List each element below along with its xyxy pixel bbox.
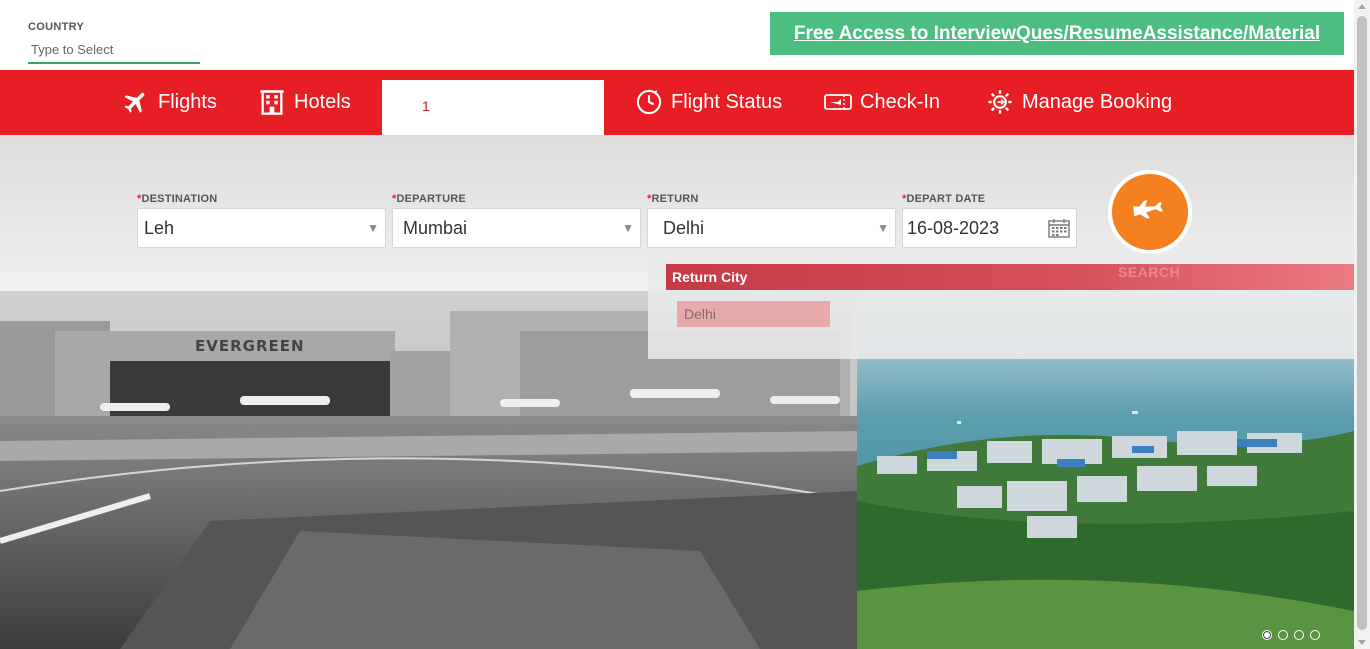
airplane-icon [124,92,145,113]
country-selector: COUNTRY [28,21,200,64]
nav-hotels[interactable]: Hotels [258,88,351,116]
main-nav: Flights Hotels 1 Flight Status Check-In … [0,70,1354,135]
carousel-dot[interactable] [1294,630,1304,640]
promo-banner: Free Access to InterviewQues/ResumeAssis… [770,12,1344,55]
destination-field: *DESTINATION Leh ▼ [137,193,386,248]
return-label: RETURN [651,193,699,205]
clock-plane-icon [636,89,662,115]
nav-flight-status-label: Flight Status [671,90,783,113]
destination-label: DESTINATION [141,193,218,205]
carousel-dot[interactable] [1310,630,1320,640]
ticket-plane-icon [824,94,852,110]
depart-date-field: *DEPART DATE 16-08-2023 [902,193,1077,248]
destination-value: Leh [144,217,175,238]
scroll-up-arrow-icon[interactable] [1358,4,1366,9]
search-label: SEARCH [1118,264,1181,280]
destination-select[interactable]: Leh ▼ [137,208,386,248]
hotel-building-icon [260,90,284,115]
country-label: COUNTRY [28,21,85,33]
page-scrollbar[interactable] [1354,0,1370,649]
airplane-icon [1133,200,1164,219]
return-city-dropdown: Return City Delhi [648,253,1354,359]
departure-field: *DEPARTURE Mumbai ▼ [392,193,641,248]
nav-flight-status[interactable]: Flight Status [635,88,782,116]
promo-link[interactable]: Free Access to InterviewQues/ResumeAssis… [794,23,1320,45]
scroll-down-arrow-icon[interactable] [1358,640,1366,645]
depart-date-label: DEPART DATE [906,193,986,205]
return-field: *RETURN Delhi ▼ [647,193,896,248]
nav-flights[interactable]: Flights [122,88,217,116]
carousel-dot[interactable] [1278,630,1288,640]
nav-active-tab-mark: 1 [422,98,430,114]
departure-label: DEPARTURE [396,193,466,205]
nav-manage-booking-label: Manage Booking [1022,90,1173,113]
nav-manage-booking[interactable]: Manage Booking [986,88,1172,116]
chevron-down-icon: ▼ [622,221,634,235]
scrollbar-thumb[interactable] [1357,16,1367,630]
nav-flights-label: Flights [158,90,217,113]
hangar-sign: EVERGREEN [195,337,305,355]
dropdown-header: Return City [666,264,1354,290]
carousel-dots [1262,630,1320,640]
depart-date-input[interactable]: 16-08-2023 [902,208,1077,248]
nav-active-tab[interactable]: 1 [382,80,604,135]
nav-check-in-label: Check-In [860,90,941,113]
country-input[interactable] [28,39,200,64]
departure-select[interactable]: Mumbai ▼ [392,208,641,248]
search-button[interactable] [1108,170,1192,254]
depart-date-value: 16-08-2023 [907,217,1000,238]
calendar-icon[interactable] [1048,218,1070,238]
gear-plane-icon [988,90,1012,114]
dropdown-option[interactable]: Delhi [677,301,830,327]
chevron-down-icon: ▼ [877,221,889,235]
carousel-dot[interactable] [1262,630,1272,640]
departure-value: Mumbai [403,217,468,238]
nav-hotels-label: Hotels [294,90,351,113]
chevron-down-icon: ▼ [367,221,379,235]
return-select[interactable]: Delhi ▼ [647,208,896,248]
nav-check-in[interactable]: Check-In [824,88,940,116]
return-value: Delhi [663,217,705,238]
